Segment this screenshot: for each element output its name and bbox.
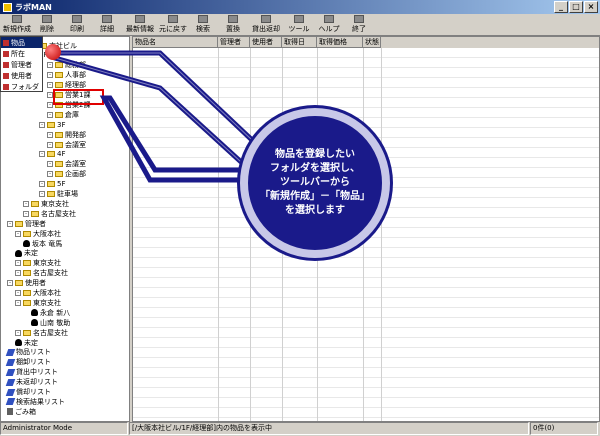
cursor-marker (45, 44, 61, 60)
callout-text: 物品を登録したい フォルダを選択し、 ツールバーから 「新規作成」－「物品」 を… (260, 149, 370, 216)
instruction-callout: 物品を登録したい フォルダを選択し、 ツールバーから 「新規作成」－「物品」 を… (240, 108, 390, 258)
